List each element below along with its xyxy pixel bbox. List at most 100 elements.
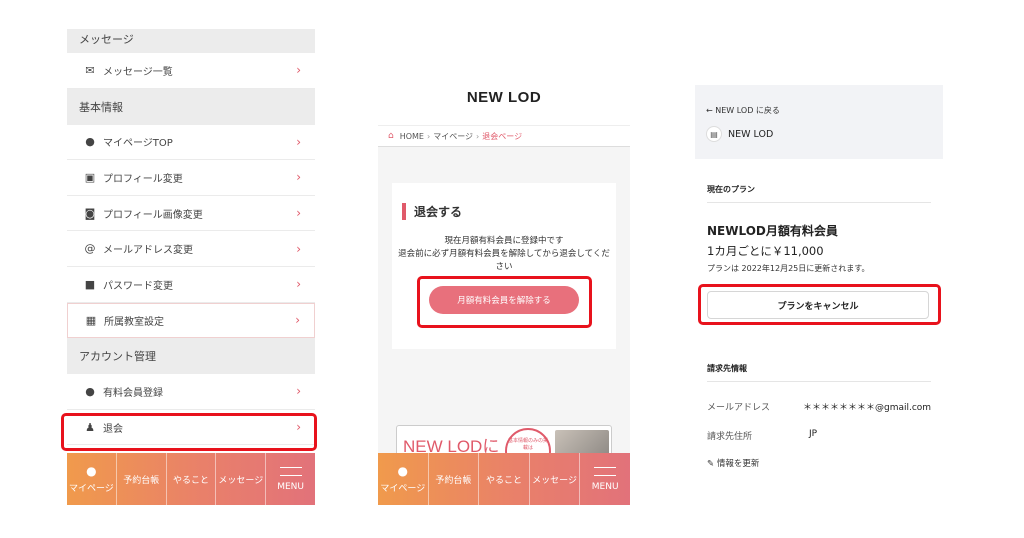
- card-title-text: 退会する: [414, 205, 463, 219]
- breadcrumb-separator: ›: [427, 131, 431, 141]
- nav-menu[interactable]: MENU: [266, 453, 315, 505]
- chevron-right-icon: ›: [296, 63, 301, 78]
- chevron-right-icon: ›: [296, 384, 301, 399]
- highlight-cancel-membership: [417, 276, 592, 328]
- update-info-link[interactable]: ✎ 情報を更新: [707, 457, 759, 469]
- store-icon: ▤: [706, 126, 722, 142]
- billing-info-label: 請求先情報: [707, 364, 747, 373]
- nav-label: MENU: [277, 481, 304, 492]
- menu-item-label: パスワード変更: [103, 280, 173, 292]
- plan-name: NEWLOD月額有料会員: [707, 224, 838, 238]
- bottom-nav: ● マイページ 予約台帳 やること メッセージ MENU: [67, 453, 315, 505]
- nav-mypage[interactable]: ● マイページ: [378, 453, 429, 505]
- menu-item-paid-membership[interactable]: ● 有料会員登録 ›: [67, 374, 315, 410]
- home-icon: ⌂: [388, 131, 394, 141]
- nav-todo[interactable]: やること: [167, 453, 217, 505]
- title-accent-bar: [402, 203, 406, 220]
- address-label: 請求先住所: [707, 432, 753, 442]
- nav-label: 予約台帳: [435, 475, 472, 486]
- email-value: ＊＊＊＊＊＊＊＊@gmail.com: [803, 403, 932, 413]
- menu-item-label: 有料会員登録: [103, 387, 163, 399]
- breadcrumb-separator: ›: [476, 131, 480, 141]
- user-icon: ●: [85, 135, 95, 149]
- at-icon: @: [84, 242, 96, 256]
- site-header-logo[interactable]: NEW LOD: [378, 69, 630, 125]
- chevron-right-icon: ›: [296, 277, 301, 292]
- hamburger-icon: [279, 466, 302, 476]
- nav-label: メッセージ: [218, 475, 264, 486]
- hamburger-icon: [594, 466, 617, 476]
- nav-reservation[interactable]: 予約台帳: [429, 453, 480, 505]
- menu-item-password-change[interactable]: ■ パスワード変更 ›: [67, 266, 315, 303]
- nav-message[interactable]: メッセージ: [216, 453, 267, 505]
- chevron-right-icon: ›: [296, 241, 301, 256]
- building-icon: ▦: [85, 313, 97, 327]
- nav-mypage[interactable]: ● マイページ: [67, 453, 117, 505]
- address-value: JP: [809, 429, 818, 439]
- highlight-cancel-plan: [698, 284, 941, 325]
- banner-text: NEW LODに: [403, 437, 500, 455]
- chevron-right-icon: ›: [296, 134, 301, 149]
- nav-label: MENU: [591, 481, 619, 492]
- nav-reservation[interactable]: 予約台帳: [117, 453, 167, 505]
- camera-icon: ◙: [84, 206, 96, 220]
- update-info-label: 情報を更新: [716, 459, 760, 469]
- mail-icon: ✉: [85, 63, 95, 77]
- menu-item-profile-edit[interactable]: ▣ プロフィール変更 ›: [67, 160, 315, 196]
- breadcrumb: ⌂ HOME › マイページ › 退会ページ: [378, 125, 630, 147]
- breadcrumb-home[interactable]: HOME: [400, 132, 424, 141]
- plan-header: ← NEW LOD に戻る ▤ NEW LOD: [695, 85, 943, 159]
- current-plan-label: 現在のプラン: [707, 185, 755, 194]
- breadcrumb-mypage[interactable]: マイページ: [433, 131, 473, 142]
- menu-item-label: 所属教室設定: [104, 316, 164, 328]
- menu-item-school-setting[interactable]: ▦ 所属教室設定 ›: [67, 302, 315, 339]
- menu-item-email-change[interactable]: @ メールアドレス変更 ›: [67, 231, 315, 267]
- menu-item-label: プロフィール変更: [103, 173, 183, 185]
- menu-item-label: プロフィール画像変更: [103, 209, 203, 221]
- bottom-nav: ● マイページ 予約台帳 やること メッセージ MENU: [378, 453, 630, 505]
- nav-label: マイページ: [380, 484, 426, 494]
- nav-label: やること: [172, 475, 209, 486]
- pencil-icon: ✎: [707, 459, 715, 469]
- piggy-bank-icon: ●: [85, 384, 95, 398]
- banner-badge: 基本情報のみの掲載は: [505, 428, 551, 454]
- nav-label: やること: [485, 475, 522, 486]
- menu-item-message-list[interactable]: ✉ メッセージ一覧 ›: [67, 53, 315, 89]
- nav-message[interactable]: メッセージ: [530, 453, 581, 505]
- promo-banner[interactable]: NEW LODに 基本情報のみの掲載は: [396, 425, 612, 455]
- menu-item-label: メールアドレス変更: [103, 245, 193, 257]
- breadcrumb-current: 退会ページ: [482, 131, 523, 141]
- divider: [707, 202, 931, 203]
- chevron-right-icon: ›: [296, 170, 301, 185]
- section-header-message: メッセージ: [67, 29, 315, 53]
- nav-todo[interactable]: やること: [479, 453, 530, 505]
- user-icon: ●: [86, 464, 97, 478]
- menu-item-label: マイページTOP: [103, 138, 173, 150]
- menu-item-profile-image[interactable]: ◙ プロフィール画像変更 ›: [67, 195, 315, 232]
- divider: [707, 381, 931, 382]
- brand-row: ▤ NEW LOD: [706, 126, 943, 142]
- email-label: メールアドレス: [707, 403, 771, 413]
- message-line-2: 退会前に必ず月額有料会員を解除してから退会してください: [398, 249, 610, 272]
- menu-item-mypage-top[interactable]: ● マイページTOP ›: [67, 124, 315, 161]
- nav-label: メッセージ: [532, 475, 577, 486]
- chevron-right-icon: ›: [295, 313, 300, 328]
- message-line-1: 現在月額有料会員に登録中です: [444, 236, 564, 246]
- id-card-icon: ▣: [84, 170, 96, 184]
- banner-screenshot-image: [555, 430, 609, 454]
- nav-label: 予約台帳: [123, 475, 160, 486]
- brand-name: NEW LOD: [728, 128, 774, 140]
- user-icon: ●: [397, 464, 409, 478]
- plan-renewal: プランは 2022年12月25日に更新されます。: [707, 264, 870, 273]
- nav-menu[interactable]: MENU: [580, 453, 630, 505]
- lock-icon: ■: [84, 277, 96, 291]
- card-title: 退会する: [402, 203, 462, 220]
- chevron-right-icon: ›: [296, 206, 301, 221]
- menu-item-label: メッセージ一覧: [103, 66, 173, 78]
- back-link[interactable]: ← NEW LOD に戻る: [706, 105, 943, 116]
- withdraw-message: 現在月額有料会員に登録中です 退会前に必ず月額有料会員を解除してから退会してくだ…: [398, 235, 610, 274]
- section-header-account: アカウント管理: [67, 338, 315, 375]
- plan-price: 1カ月ごとに￥11,000: [707, 244, 824, 258]
- highlight-withdraw: [61, 413, 317, 451]
- nav-label: マイページ: [68, 484, 114, 494]
